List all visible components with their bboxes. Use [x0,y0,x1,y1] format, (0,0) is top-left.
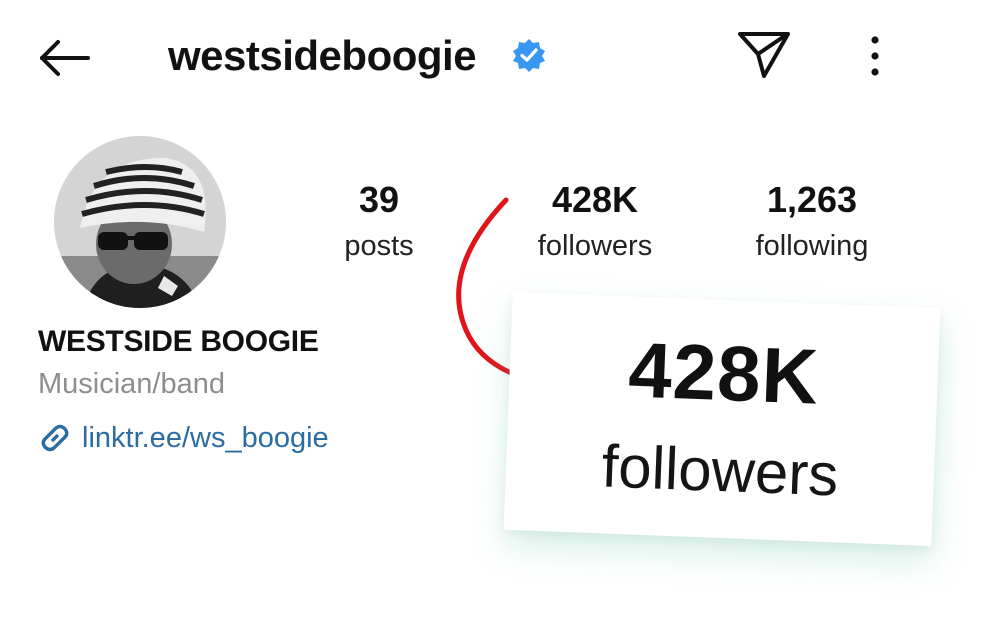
link-icon [41,424,69,452]
following-count: 1,263 [766,179,858,220]
callout-followers-label: followers [600,432,840,509]
display-name: WESTSIDE BOOGIE [38,325,319,358]
back-arrow-icon [40,40,90,76]
profile-username: westsideboogie [168,32,477,79]
profile-screen: westsideboogie 39 posts 428K followers 1… [0,0,982,636]
bio-link-text: linktr.ee/ws_boogie [82,422,329,454]
callout-followers-count: 428K [626,325,821,421]
verified-badge [512,38,546,72]
share-profile-button[interactable] [736,30,792,80]
send-icon [738,32,790,78]
more-options-icon [871,36,879,76]
verified-badge-icon [513,39,545,72]
more-options-button[interactable] [862,34,888,78]
profile-category: Musician/band [38,368,225,400]
profile-photo [54,136,226,308]
followers-zoom-callout: 428K followers [503,291,941,547]
following-label: following [755,230,869,262]
avatar[interactable] [54,136,226,308]
bio-link[interactable]: linktr.ee/ws_boogie [36,416,329,460]
back-button[interactable] [36,36,92,80]
following-stat[interactable]: 1,263 following [712,178,912,266]
